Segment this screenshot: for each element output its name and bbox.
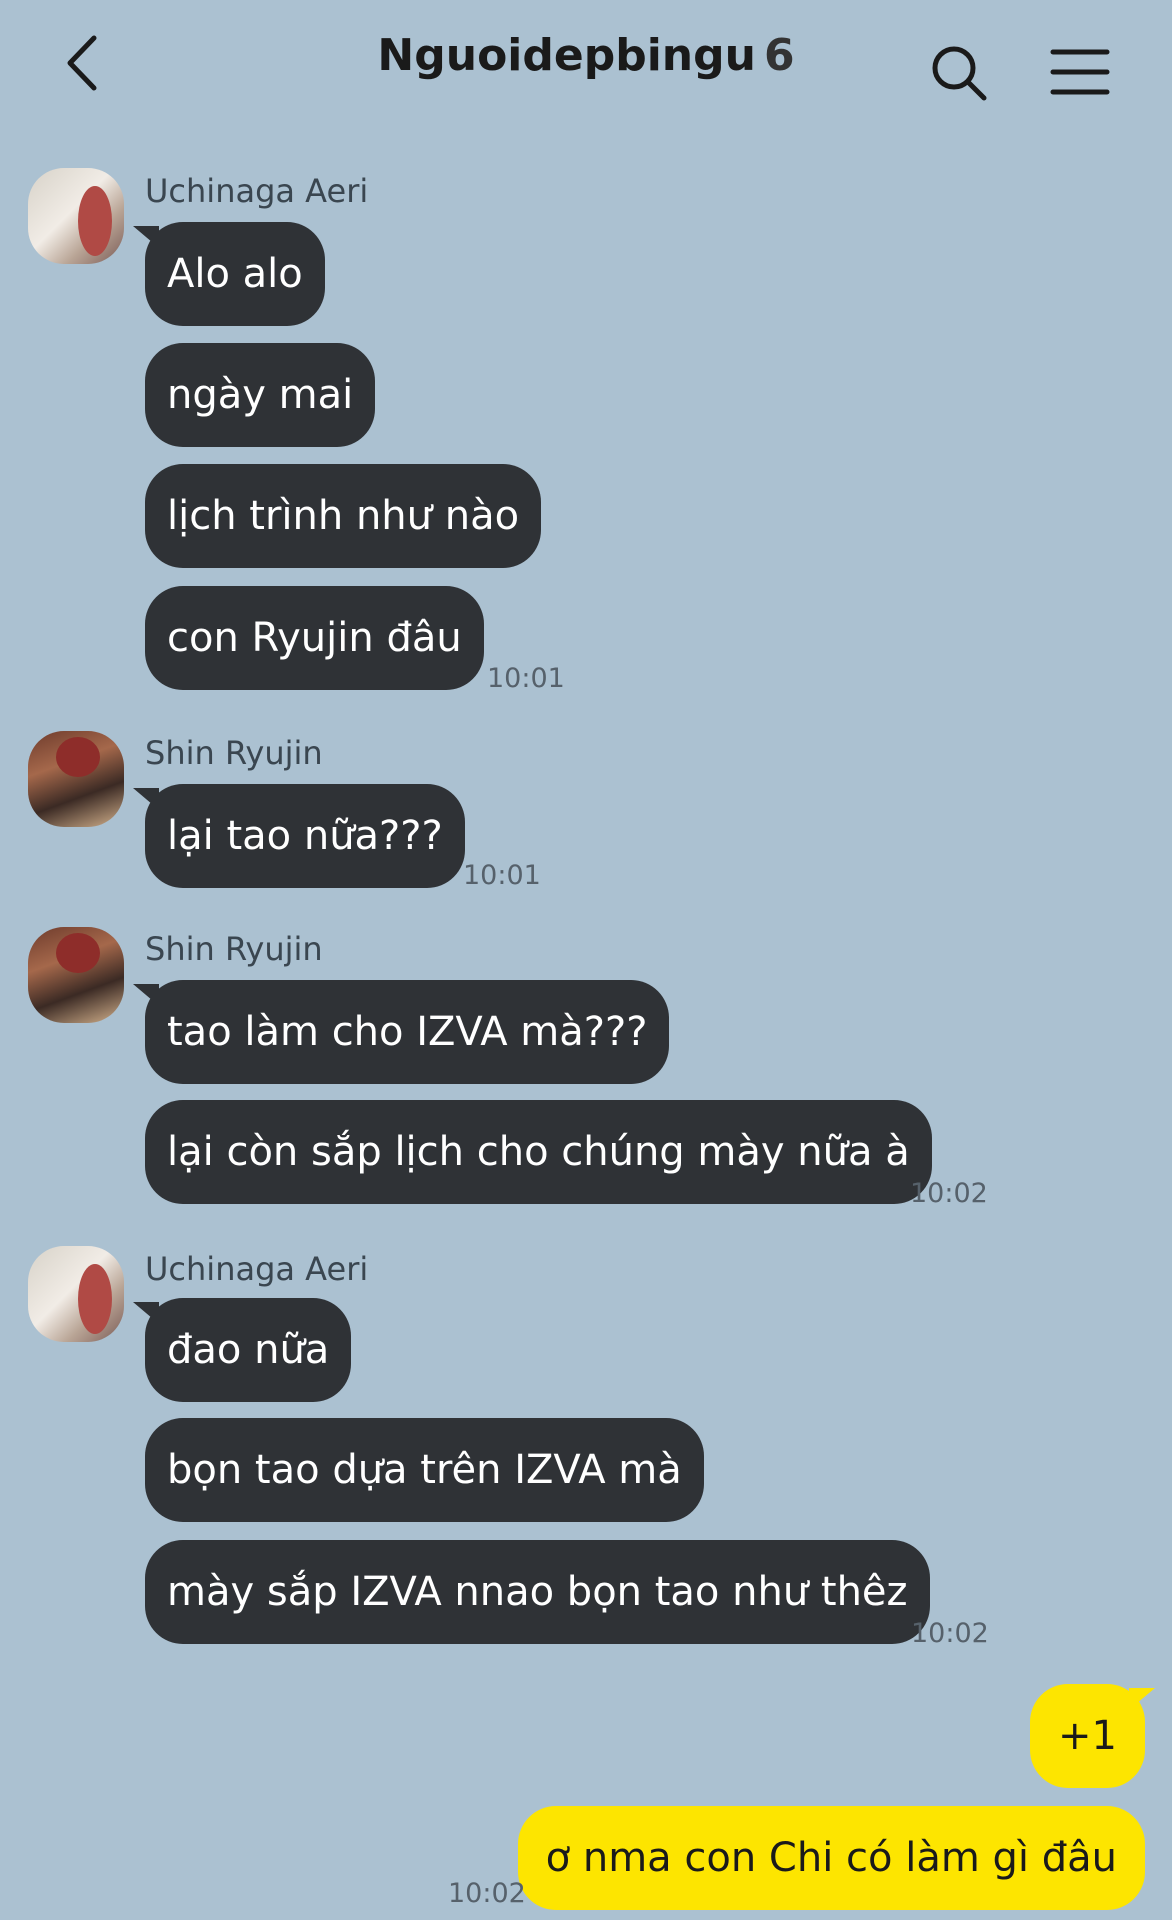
message-bubble[interactable]: lại tao nữa???	[133, 784, 465, 888]
avatar-uchinaga-aeri[interactable]	[28, 168, 124, 264]
avatar-shin-ryujin[interactable]	[28, 927, 124, 1023]
message-time: 10:01	[463, 860, 541, 891]
menu-button[interactable]	[1050, 46, 1110, 98]
message-bubble[interactable]: lịch trình như nào	[145, 464, 542, 568]
menu-icon	[1050, 49, 1110, 95]
message-bubble[interactable]: lại còn sắp lịch cho chúng mày nữa à	[145, 1100, 932, 1204]
message-bubble[interactable]: ngày mai	[145, 343, 376, 447]
chat-header: Nguoidepbingu 6	[0, 0, 1172, 140]
message-bubble[interactable]: tao làm cho IZVA mà???	[132, 980, 670, 1084]
my-message-bubble[interactable]: ơ nma con Chi có làm gì đâu	[517, 1806, 1145, 1910]
sender-name: Shin Ryujin	[145, 930, 323, 968]
avatar-uchinaga-aeri[interactable]	[28, 1246, 124, 1342]
my-message-time: 10:02	[448, 1878, 526, 1909]
message-bubble[interactable]: con Ryujin đâu	[145, 586, 484, 690]
message-bubble[interactable]: đao nữa	[132, 1298, 352, 1402]
message-bubble[interactable]: Alo alo	[133, 222, 325, 326]
message-time: 10:02	[911, 1618, 989, 1649]
avatar-figure	[56, 933, 100, 973]
member-count: 6	[763, 30, 795, 81]
message-time: 10:02	[910, 1178, 988, 1209]
message-time: 10:01	[487, 663, 565, 694]
sender-name: Shin Ryujin	[145, 734, 323, 772]
sender-name: Uchinaga Aeri	[145, 172, 369, 210]
chat-name: Nguoidepbingu	[377, 30, 756, 81]
avatar-figure	[78, 1264, 112, 1334]
sender-name: Uchinaga Aeri	[145, 1250, 369, 1288]
search-icon	[932, 46, 987, 101]
my-message-bubble[interactable]: +1	[1030, 1684, 1155, 1788]
avatar-figure	[56, 737, 100, 777]
search-button[interactable]	[930, 44, 990, 104]
message-bubble[interactable]: bọn tao dựa trên IZVA mà	[145, 1418, 704, 1522]
avatar-figure	[78, 186, 112, 256]
chat-title[interactable]: Nguoidepbingu 6	[0, 30, 1172, 81]
message-bubble[interactable]: mày sắp IZVA nnao bọn tao như thêz	[145, 1540, 930, 1644]
avatar-shin-ryujin[interactable]	[28, 731, 124, 827]
